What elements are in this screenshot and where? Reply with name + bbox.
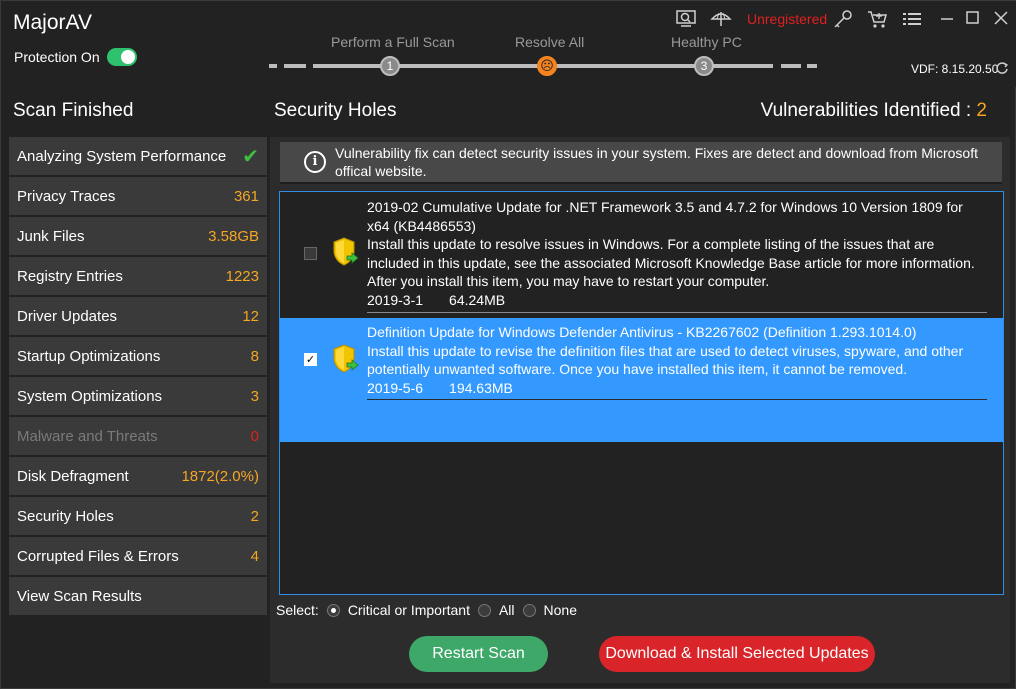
key-icon[interactable]: [832, 9, 854, 34]
scan-category-list: Analyzing System Performance ✔ Privacy T…: [9, 137, 267, 617]
vulnerabilities-summary: Vulnerabilities Identified : 2: [761, 100, 987, 122]
sidebar-item-label: Driver Updates: [17, 307, 118, 325]
sad-face-icon: ☹: [537, 56, 557, 76]
step-label-healthy-pc: Healthy PC: [671, 34, 742, 50]
update-checkbox[interactable]: [304, 247, 317, 260]
step-3-indicator: 3: [694, 56, 714, 76]
vdf-version: VDF: 8.15.20.50: [911, 62, 999, 76]
sidebar-item-count: 0: [250, 427, 259, 445]
vulnerabilities-count: 2: [976, 100, 987, 121]
info-banner: i Vulnerability fix can detect security …: [280, 142, 1002, 184]
minimize-icon[interactable]: [937, 9, 957, 34]
sidebar-item-junk-files[interactable]: Junk Files 3.58GB: [9, 217, 267, 257]
sidebar-item-privacy-traces[interactable]: Privacy Traces 361: [9, 177, 267, 217]
update-row-selected[interactable]: ✓ Definition Update for Windows Defender…: [280, 318, 1003, 442]
update-checkbox[interactable]: ✓: [304, 353, 317, 366]
sidebar-item-label: Startup Optimizations: [17, 347, 161, 365]
sidebar-item-registry-entries[interactable]: Registry Entries 1223: [9, 257, 267, 297]
sidebar-item-analyzing[interactable]: Analyzing System Performance ✔: [9, 137, 267, 177]
sidebar-item-count: 3.58GB: [208, 227, 259, 245]
sidebar-item-count: 4: [250, 547, 259, 565]
radio-label-none[interactable]: None: [544, 602, 577, 618]
sidebar-item-disk-defragment[interactable]: Disk Defragment 1872(2.0%): [9, 457, 267, 497]
step-label-full-scan: Perform a Full Scan: [331, 34, 455, 50]
menu-icon[interactable]: [902, 9, 922, 34]
update-description: Install this update to revise the defini…: [367, 342, 964, 378]
step-label-resolve-all: Resolve All: [515, 34, 585, 50]
select-filter: Select: Critical or Important All None: [276, 602, 577, 618]
update-title: 2019-02 Cumulative Update for .NET Frame…: [367, 199, 963, 234]
update-date: 2019-3-1: [367, 291, 424, 308]
update-text: Definition Update for Windows Defender A…: [367, 323, 987, 401]
vulnerabilities-label: Vulnerabilities Identified :: [760, 100, 977, 121]
checkmark-icon: ✔: [242, 145, 259, 168]
sidebar-item-security-holes[interactable]: Security Holes 2: [9, 497, 267, 537]
info-text: Vulnerability fix can detect security is…: [335, 145, 978, 179]
sidebar-item-count: 3: [250, 387, 259, 405]
sidebar-item-malware-threats[interactable]: Malware and Threats 0: [9, 417, 267, 457]
update-description: Install this update to resolve issues in…: [367, 236, 975, 290]
sidebar-item-label: Privacy Traces: [17, 187, 116, 205]
sidebar-item-count: 2: [250, 507, 259, 525]
sidebar-item-label: Malware and Threats: [17, 427, 158, 445]
sidebar-item-label: Disk Defragment: [17, 467, 129, 485]
scan-icon[interactable]: [675, 9, 697, 34]
sidebar-item-label: System Optimizations: [17, 387, 163, 405]
sidebar-item-system-optimizations[interactable]: System Optimizations 3: [9, 377, 267, 417]
update-text: 2019-02 Cumulative Update for .NET Frame…: [367, 198, 987, 313]
protection-toggle[interactable]: [107, 48, 137, 66]
info-icon: i: [304, 151, 326, 173]
unregistered-link[interactable]: Unregistered: [747, 11, 827, 27]
updates-list: 2019-02 Cumulative Update for .NET Frame…: [279, 191, 1004, 595]
step-1-indicator: 1: [380, 56, 400, 76]
sidebar-item-count: 1223: [225, 267, 259, 285]
refresh-icon[interactable]: [995, 61, 1009, 81]
sidebar-item-label: Security Holes: [17, 507, 114, 525]
update-date: 2019-5-6: [367, 379, 424, 396]
shield-update-icon: [333, 344, 359, 373]
app-window: MajorAV Protection On Perform a Full Sca…: [0, 0, 1016, 689]
restart-scan-button[interactable]: Restart Scan: [409, 636, 548, 672]
cart-icon[interactable]: [867, 9, 889, 34]
radio-label-all[interactable]: All: [499, 602, 515, 618]
update-meta: 2019-3-1 64.24MB: [367, 291, 987, 313]
radio-none[interactable]: [522, 603, 536, 617]
maximize-icon[interactable]: [963, 9, 983, 34]
sidebar-item-view-scan-results[interactable]: View Scan Results: [9, 577, 267, 617]
sidebar-item-label: Junk Files: [17, 227, 85, 245]
sidebar-item-label: Corrupted Files & Errors: [17, 547, 179, 565]
sidebar-item-startup-optimizations[interactable]: Startup Optimizations 8: [9, 337, 267, 377]
sidebar-item-count: 361: [233, 187, 259, 205]
install-updates-button[interactable]: Download & Install Selected Updates: [599, 636, 875, 672]
page-title: Security Holes: [274, 100, 397, 121]
progress-dash: [781, 64, 801, 68]
select-label: Select:: [276, 602, 319, 618]
sidebar-item-count: 8: [250, 347, 259, 365]
sidebar-item-label: Analyzing System Performance: [17, 147, 227, 165]
update-title: Definition Update for Windows Defender A…: [367, 324, 917, 340]
update-size: 194.63MB: [449, 379, 513, 396]
update-meta: 2019-5-6 194.63MB: [367, 379, 987, 401]
sidebar-item-driver-updates[interactable]: Driver Updates 12: [9, 297, 267, 337]
app-title: MajorAV: [13, 11, 92, 34]
progress-dash: [269, 64, 277, 68]
radio-all[interactable]: [477, 603, 491, 617]
shield-update-icon: [333, 237, 359, 266]
protection-label: Protection On: [14, 49, 100, 65]
update-row[interactable]: 2019-02 Cumulative Update for .NET Frame…: [280, 192, 1003, 317]
sidebar-item-count: 12: [242, 307, 259, 325]
progress-dash: [284, 64, 306, 68]
scan-status-heading: Scan Finished: [13, 100, 134, 121]
sidebar-item-label: Registry Entries: [17, 267, 123, 285]
close-icon[interactable]: [991, 9, 1011, 34]
radio-critical[interactable]: [326, 603, 340, 617]
umbrella-icon[interactable]: [710, 9, 732, 34]
progress-dash: [807, 64, 817, 68]
radio-label-critical[interactable]: Critical or Important: [348, 602, 470, 618]
sidebar-item-count: 1872(2.0%): [181, 467, 259, 485]
sidebar-item-label: View Scan Results: [17, 587, 142, 605]
header: MajorAV Protection On Perform a Full Sca…: [1, 1, 1016, 87]
update-size: 64.24MB: [449, 291, 506, 308]
sidebar-item-corrupted-files[interactable]: Corrupted Files & Errors 4: [9, 537, 267, 577]
